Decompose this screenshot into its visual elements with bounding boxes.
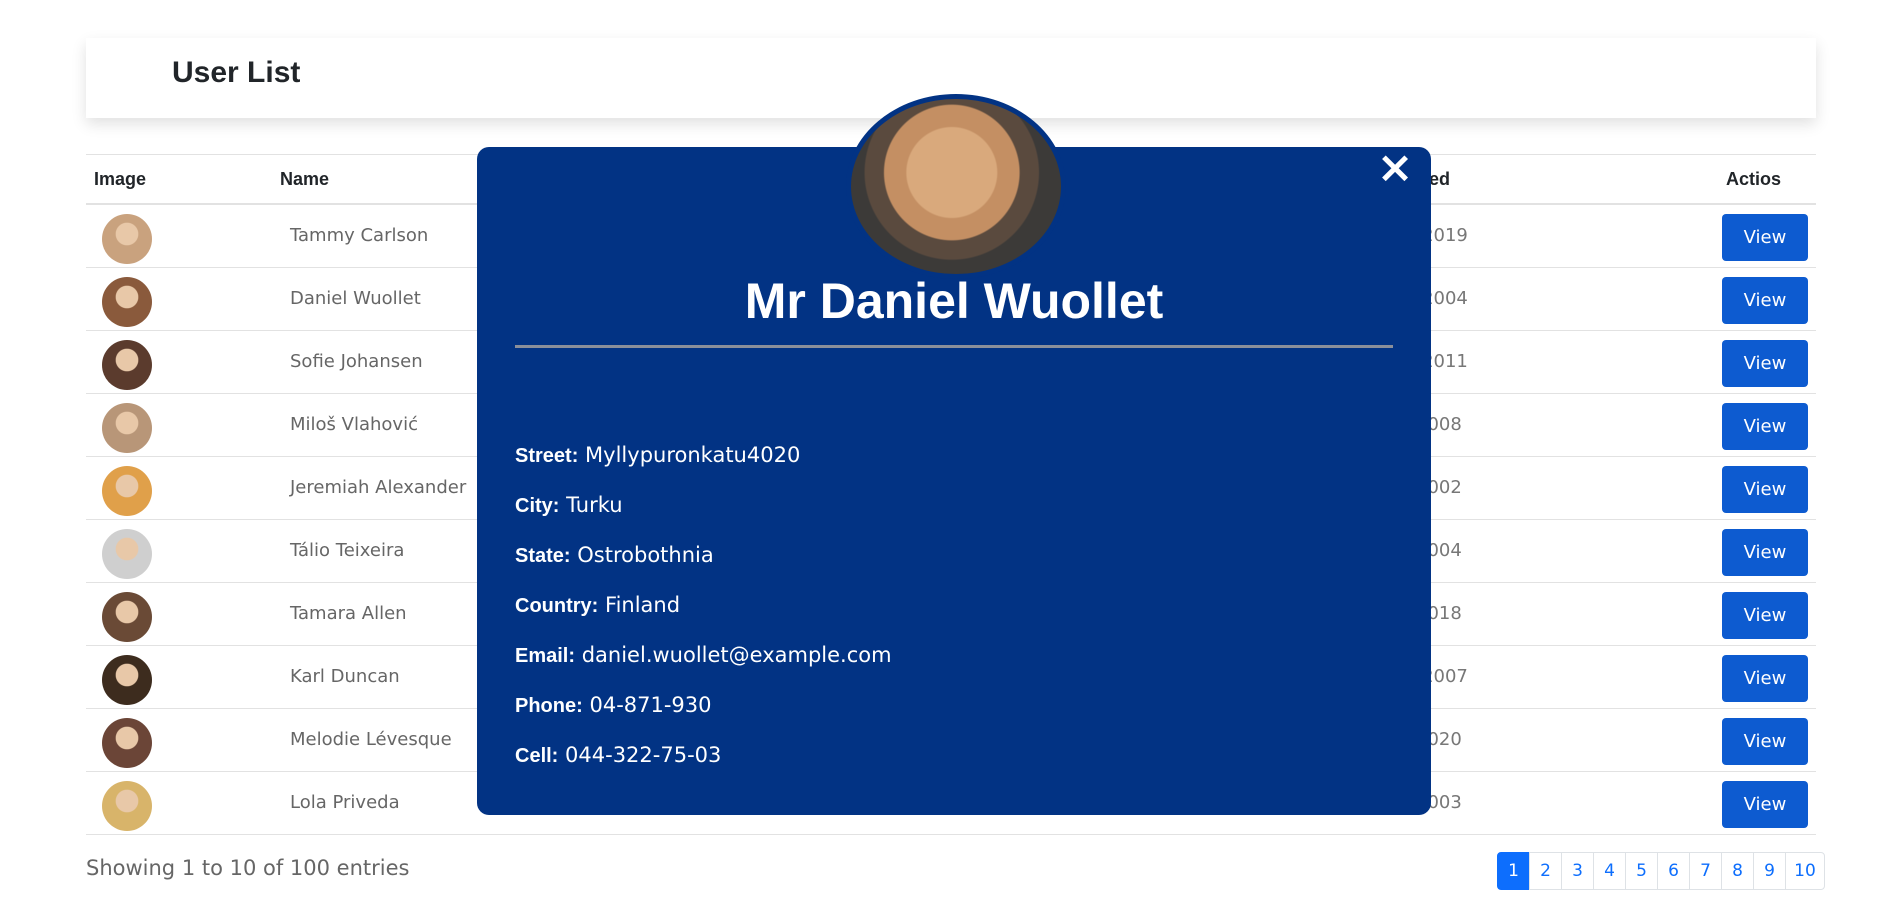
detail-field: State: Ostrobothnia [515,543,714,568]
modal-user-name: Mr Daniel Wuollet [744,273,1164,329]
user-name: Sofie Johansen [290,351,423,372]
view-button[interactable]: View [1722,277,1808,324]
page-title: User List [172,56,301,89]
view-button[interactable]: View [1722,718,1808,765]
detail-field: Street: Myllypuronkatu4020 [515,443,800,468]
user-photo [846,94,1066,279]
avatar [102,466,152,516]
field-value: 04-871-930 [589,693,712,717]
detail-field: Email: daniel.wuollet@example.com [515,643,892,668]
avatar [102,781,152,831]
user-name: Jeremiah Alexander [290,477,467,498]
user-name: Daniel Wuollet [290,288,421,309]
field-label: Cell: [515,745,559,767]
avatar [102,403,152,453]
entries-summary: Showing 1 to 10 of 100 entries [86,856,410,880]
field-value: Finland [605,593,681,617]
page-link-2[interactable]: 2 [1529,852,1562,890]
page-link-3[interactable]: 3 [1561,852,1594,890]
field-value: Myllypuronkatu4020 [585,443,801,467]
field-value: 044-322-75-03 [565,743,722,767]
page-link-5[interactable]: 5 [1625,852,1658,890]
detail-field: Country: Finland [515,593,680,618]
avatar [102,529,152,579]
user-name: Tálio Teixeira [290,540,405,561]
page-link-8[interactable]: 8 [1721,852,1754,890]
page-link-10[interactable]: 10 [1785,852,1825,890]
avatar [102,214,152,264]
user-name: Lola Priveda [290,792,400,813]
page-link-9[interactable]: 9 [1753,852,1786,890]
page-link-7[interactable]: 7 [1689,852,1722,890]
close-icon[interactable]: × [1374,146,1416,190]
field-value: daniel.wuollet@example.com [581,643,892,667]
column-actions: Actios [1726,169,1782,189]
column-name: Name [280,169,330,189]
field-label: Street: [515,445,579,467]
avatar [102,592,152,642]
pagination: 1 2 3 4 5 6 7 8 9 10 [1497,852,1825,890]
divider [515,345,1393,348]
detail-field: Phone: 04-871-930 [515,693,712,718]
avatar [102,655,152,705]
user-name: Karl Duncan [290,666,400,687]
user-name: Tamara Allen [290,603,407,624]
page-link-1[interactable]: 1 [1497,852,1530,890]
field-value: Ostrobothnia [577,543,714,567]
view-button[interactable]: View [1722,403,1808,450]
field-label: Country: [515,595,599,617]
user-name: Tammy Carlson [290,225,429,246]
view-button[interactable]: View [1722,340,1808,387]
column-image: Image [94,169,147,189]
field-value: Turku [566,493,623,517]
page-link-6[interactable]: 6 [1657,852,1690,890]
page-link-4[interactable]: 4 [1593,852,1626,890]
detail-field: City: Turku [515,493,623,518]
avatar [102,340,152,390]
view-button[interactable]: View [1722,529,1808,576]
view-button[interactable]: View [1722,655,1808,702]
view-button[interactable]: View [1722,781,1808,828]
user-name: Miloš Vlahović [290,414,418,435]
detail-field: Cell: 044-322-75-03 [515,743,721,768]
avatar [102,718,152,768]
user-name: Melodie Lévesque [290,729,452,750]
field-label: State: [515,545,571,567]
field-label: Phone: [515,695,583,717]
avatar [102,277,152,327]
view-button[interactable]: View [1722,214,1808,261]
view-button[interactable]: View [1722,466,1808,513]
field-label: City: [515,495,560,517]
field-label: Email: [515,645,576,667]
view-button[interactable]: View [1722,592,1808,639]
